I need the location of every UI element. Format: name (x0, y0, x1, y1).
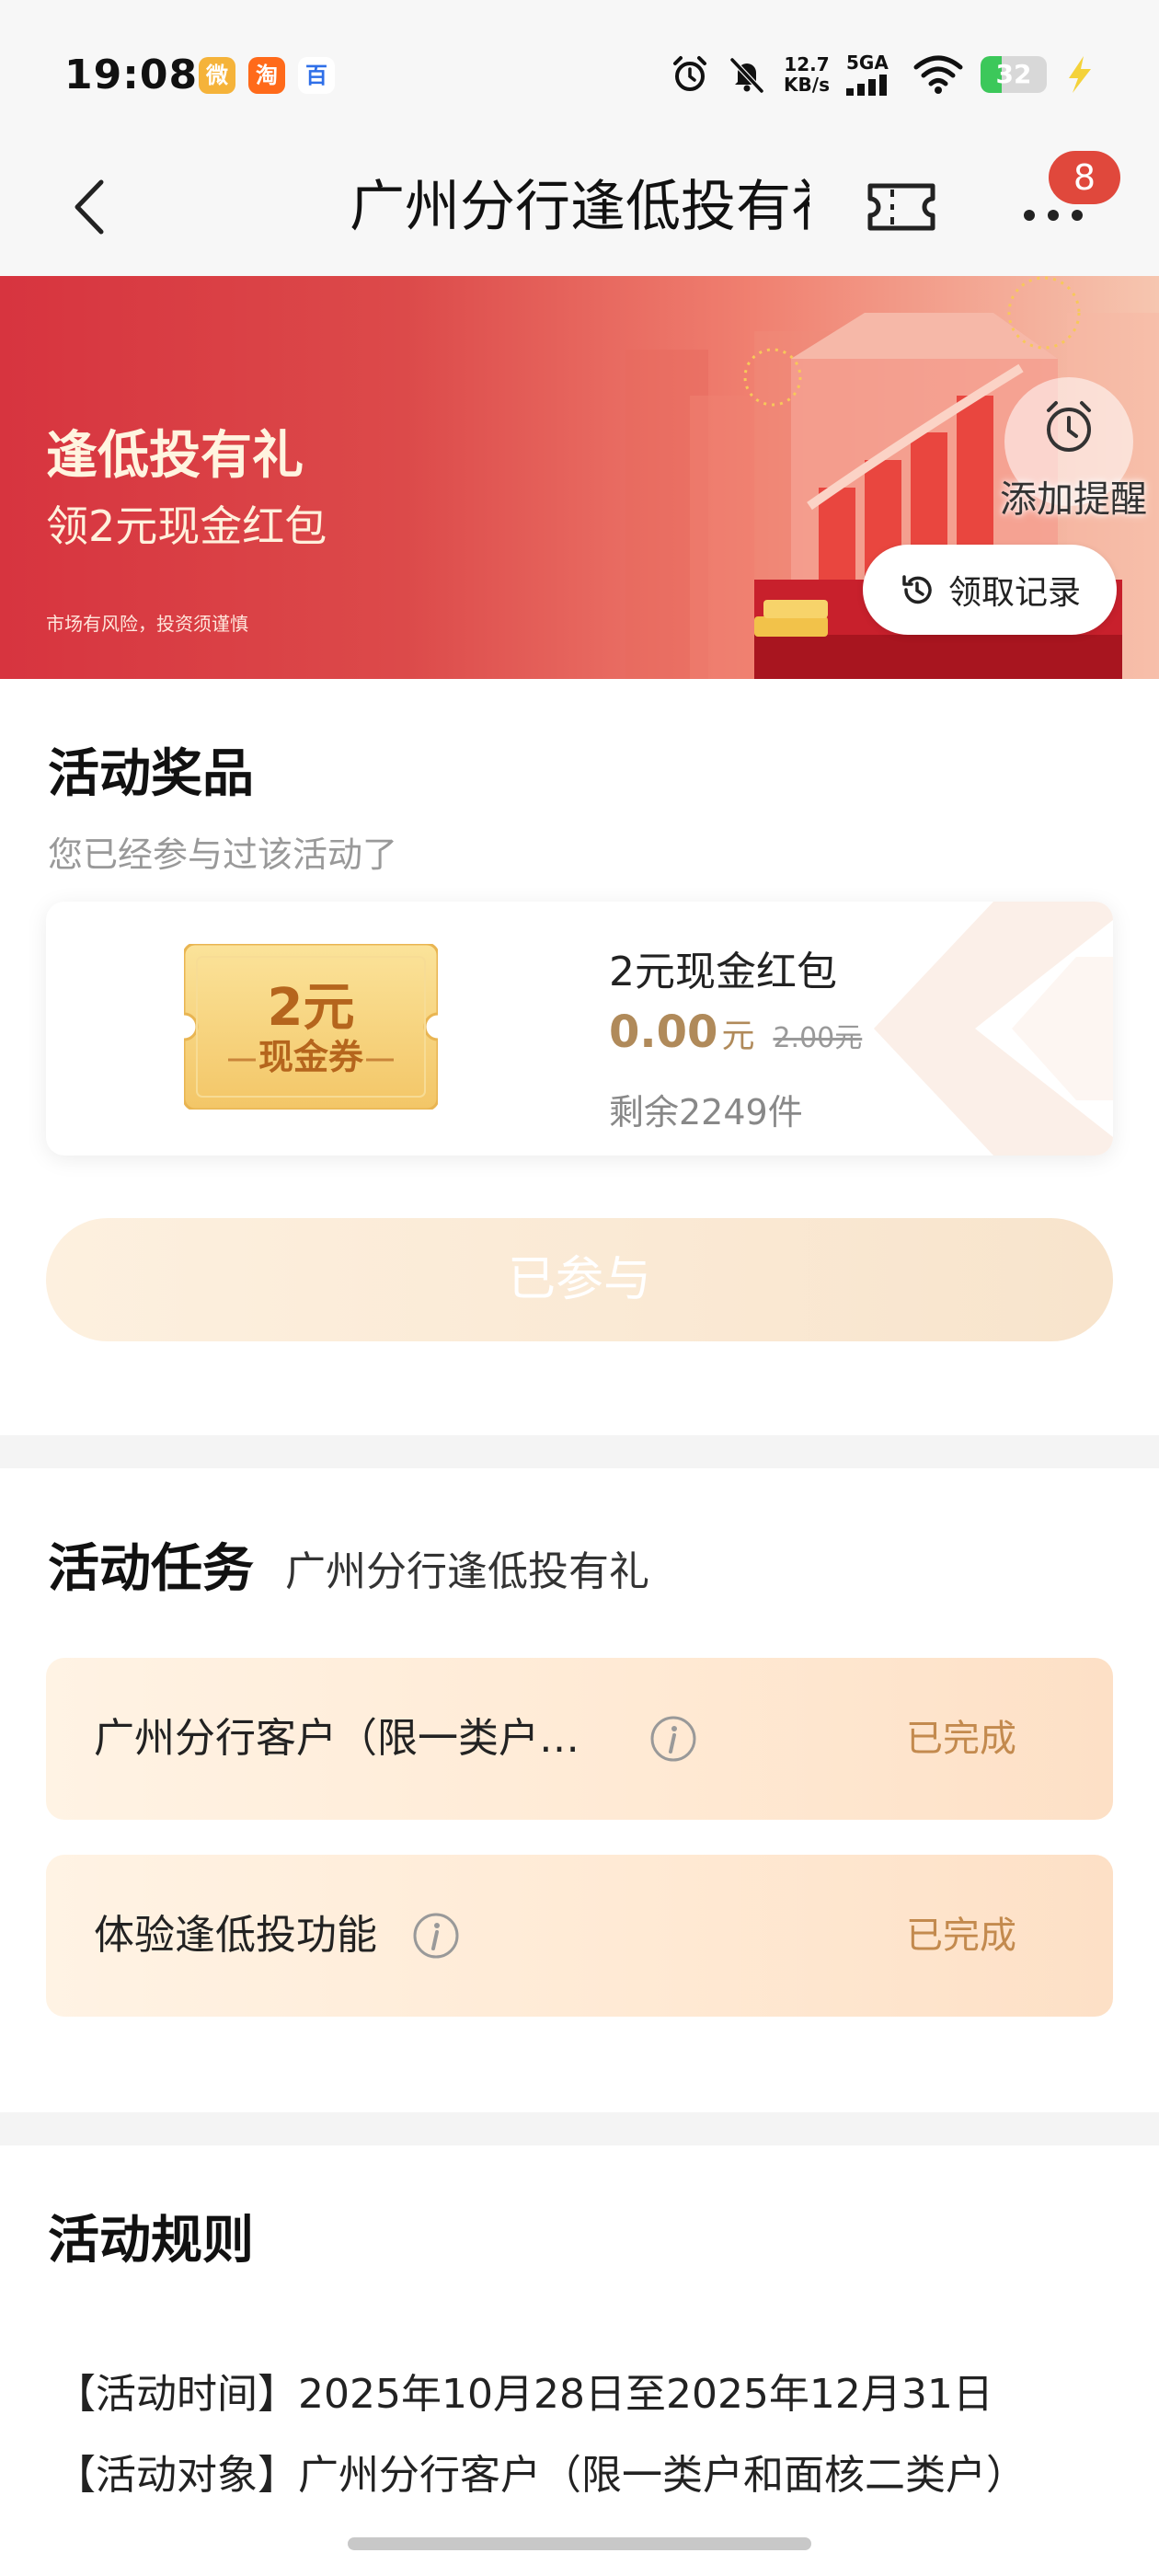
current-price: 0.00 (609, 1006, 718, 1058)
task-item[interactable]: 广州分行客户（限一类户… 已完成 (46, 1658, 1113, 1820)
task-status: 已完成 (906, 1915, 1016, 1957)
info-icon[interactable] (649, 1715, 697, 1763)
task-label: 广州分行客户（限一类户… (94, 1715, 580, 1762)
page-title: 广州分行逢低投有礼 (350, 175, 809, 239)
alarm-icon (673, 56, 707, 91)
charging-icon (1069, 56, 1091, 93)
wifi-icon (913, 55, 963, 94)
taobao-icon: 淘 (248, 57, 285, 94)
section-divider (0, 1435, 1159, 1468)
section-divider (0, 2112, 1159, 2145)
network-type: 5GA (846, 52, 889, 74)
status-time: 19:08 (64, 52, 199, 98)
alarm-clock-icon (1047, 401, 1091, 452)
status-bar: 19:08 微 淘 百 12.7 KB/s 5GA 32 (0, 0, 1159, 138)
rule-line: 【活动对象】广州分行客户（限一类户和面核二类户） (55, 2452, 1027, 2499)
promo-banner: 逢低投有礼 领2元现金红包 市场有风险，投资须谨慎 添加提醒 领取记录 (0, 276, 1159, 679)
banner-subtitle: 领2元现金红包 (46, 501, 327, 551)
add-reminder-button[interactable]: 添加提醒 (986, 377, 1159, 552)
original-price: 2.00元 (773, 1022, 863, 1054)
prizes-heading: 活动奖品 (48, 744, 254, 804)
ticket-icon[interactable] (865, 177, 938, 237)
info-icon[interactable] (412, 1912, 460, 1960)
net-speed-value: 12.7 (784, 53, 830, 75)
prize-name: 2元现金红包 (609, 949, 837, 995)
weibo-icon: 微 (199, 57, 235, 94)
claim-records-label: 领取记录 (947, 574, 1081, 612)
status-right-group: 12.7 KB/s 5GA 32 (670, 52, 1095, 98)
risk-disclaimer: 市场有风险，投资须谨慎 (46, 613, 248, 635)
task-label: 体验逢低投功能 (94, 1912, 377, 1959)
net-speed-unit: KB/s (784, 74, 830, 96)
joined-button[interactable]: 已参与 (46, 1218, 1113, 1341)
banner-title: 逢低投有礼 (46, 426, 304, 486)
tasks-subheading: 广州分行逢低投有礼 (285, 1548, 649, 1595)
add-reminder-label: 添加提醒 (1000, 478, 1147, 521)
signal-icon (846, 75, 887, 96)
prize-card: 2元 现金券 2元现金红包 0.00 元 2.00元 剩余2249件 (46, 902, 1113, 1156)
rules-heading: 活动规则 (48, 2211, 254, 2271)
claim-records-button[interactable]: 领取记录 (863, 545, 1117, 635)
history-icon (902, 575, 932, 604)
chevron-decoration (874, 902, 1113, 1156)
price-unit: 元 (721, 1018, 755, 1055)
signal-group: 5GA (846, 53, 896, 96)
task-item[interactable]: 体验逢低投功能 已完成 (46, 1855, 1113, 2017)
stock-remaining: 剩余2249件 (609, 1092, 803, 1133)
home-indicator[interactable] (348, 2537, 811, 2550)
tasks-heading: 活动任务 (48, 1539, 254, 1599)
battery-indicator: 32 (981, 56, 1047, 93)
coupon-type: 现金券 (258, 1037, 363, 1077)
task-status: 已完成 (906, 1718, 1016, 1760)
back-icon[interactable] (64, 175, 120, 239)
mute-icon (729, 57, 764, 94)
baidu-icon: 百 (298, 57, 335, 94)
participation-note: 您已经参与过该活动了 (48, 834, 398, 875)
rule-line: 【活动时间】2025年10月28日至2025年12月31日 (55, 2371, 993, 2418)
notification-badge: 8 (1049, 151, 1120, 204)
price-row: 0.00 元 2.00元 (609, 1006, 862, 1058)
battery-level: 32 (995, 59, 1032, 89)
net-speed: 12.7 KB/s (784, 54, 830, 95)
nav-bar: 广州分行逢低投有礼 8 (0, 138, 1159, 276)
